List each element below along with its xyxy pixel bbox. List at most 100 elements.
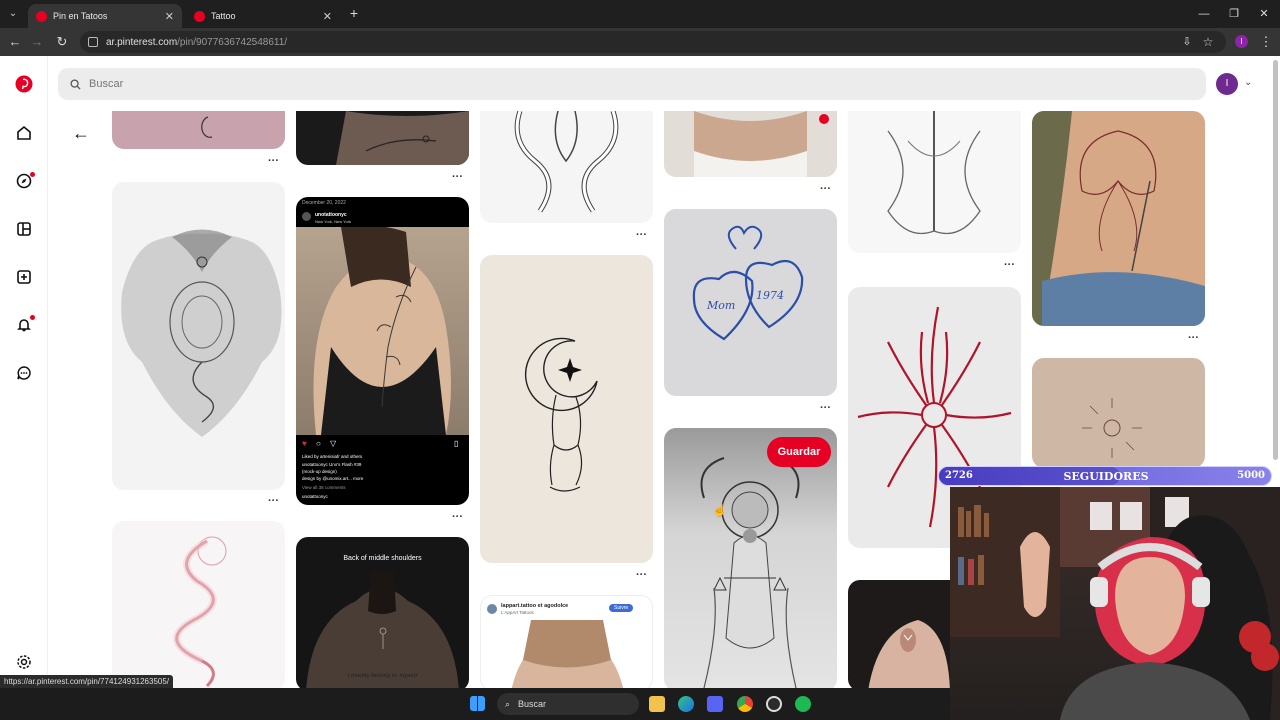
pin-more-options-icon[interactable]: ··· <box>268 155 279 167</box>
edge-icon[interactable] <box>678 696 694 712</box>
pinterest-logo-icon[interactable] <box>14 74 34 94</box>
spotify-icon[interactable] <box>795 696 811 712</box>
pin-card-justice-tattoo[interactable] <box>664 428 837 691</box>
webcam-feed <box>950 487 1280 720</box>
like-heart-icon[interactable]: ♥ <box>302 439 307 448</box>
search-icon <box>70 78 81 90</box>
url-path: /pin/907763674254861​1/ <box>177 36 288 48</box>
heart-text-year: 1974 <box>756 289 784 302</box>
back-icon[interactable]: ← <box>6 33 24 51</box>
search-input[interactable] <box>89 78 689 90</box>
file-explorer-icon[interactable] <box>649 696 665 712</box>
chrome-profile-avatar[interactable]: I <box>1235 35 1248 48</box>
pin-more-options-icon[interactable]: ··· <box>636 569 647 581</box>
close-tab-icon[interactable]: ✕ <box>323 10 332 23</box>
discord-icon[interactable] <box>707 696 723 712</box>
page-scrollbar[interactable] <box>1273 60 1278 460</box>
notifications-bell-icon[interactable] <box>14 315 35 335</box>
post-caption-3: design by @unomix.art... more <box>302 476 364 481</box>
mouse-cursor-icon: ☝ <box>712 503 727 517</box>
reload-icon[interactable]: ↻ <box>53 33 71 51</box>
pinterest-favicon-icon <box>36 10 47 22</box>
forward-icon[interactable]: → <box>28 33 46 51</box>
install-app-icon[interactable]: ⇩ <box>1178 33 1196 51</box>
explore-compass-icon[interactable] <box>14 171 35 191</box>
chrome-menu-icon[interactable]: ⋮ <box>1257 33 1275 51</box>
post-avatar <box>302 212 311 221</box>
post-account: unotattoonyc <box>315 212 347 218</box>
pin-overlay-title: Back of middle shoulders <box>343 555 422 562</box>
pin-card-snakes[interactable] <box>480 111 653 223</box>
new-tab-button[interactable]: + <box>346 5 362 21</box>
settings-gear-icon[interactable] <box>14 652 34 672</box>
notification-dot <box>30 172 35 177</box>
followers-label: SEGUIDORES <box>1063 470 1149 483</box>
pinterest-favicon-icon <box>194 10 205 22</box>
pin-more-options-icon[interactable]: ··· <box>636 229 647 241</box>
post-comments: View all 38 comments <box>302 485 346 490</box>
account-chevron-down-icon[interactable]: ⌄ <box>1244 77 1252 88</box>
followers-goal-bar: 2726 SEGUIDORES 5000 <box>938 466 1272 486</box>
messages-icon[interactable] <box>14 363 34 383</box>
share-icon[interactable]: ▽ <box>330 439 336 448</box>
pin-more-options-icon[interactable]: ··· <box>452 171 463 183</box>
save-bookmark-icon[interactable]: ▯ <box>454 439 458 448</box>
minimize-icon[interactable]: — <box>1194 5 1214 23</box>
address-bar[interactable]: ar.pinterest.com/pin/907763674254861​1/ <box>80 31 1226 53</box>
taskbar-search-icon: ⌕ <box>505 698 511 709</box>
pin-card-butterfly-back[interactable] <box>1032 111 1205 326</box>
pin-more-options-icon[interactable]: ··· <box>268 495 279 507</box>
post-date: December 20, 2022 <box>302 200 346 206</box>
pin-card-shoulder-sun[interactable] <box>1032 358 1205 468</box>
pin-card-back-lotus[interactable] <box>112 182 285 490</box>
notification-dot <box>30 315 35 320</box>
pin-more-options-icon[interactable]: ··· <box>1188 332 1199 344</box>
tab-list-chevron-icon[interactable]: ⌄ <box>4 6 22 22</box>
pinterest-sidebar <box>0 56 48 688</box>
tab-pin-en-tatoos[interactable]: Pin en Tatoos ✕ <box>28 4 182 28</box>
restore-icon[interactable]: ❐ <box>1224 5 1244 23</box>
url-host: ar.pinterest.com <box>106 36 178 48</box>
pin-card-sword-drawing[interactable] <box>848 111 1021 253</box>
create-plus-icon[interactable] <box>14 267 34 287</box>
followers-goal: 5000 <box>1237 470 1265 481</box>
site-info-icon[interactable] <box>88 37 98 47</box>
post-photo <box>296 225 469 435</box>
pin-card-nails[interactable] <box>848 580 950 691</box>
post-likes: Liked by artenisiafr and others <box>302 454 363 459</box>
pin-more-options-icon[interactable]: ··· <box>820 183 831 195</box>
pin-card-moon-cat[interactable] <box>480 255 653 563</box>
tab-tattoo[interactable]: Tattoo ✕ <box>186 4 340 28</box>
close-tab-icon[interactable]: ✕ <box>165 10 174 23</box>
pin-card-waist-tattoo[interactable] <box>664 111 837 177</box>
tattoo-script-text: i deeply belong to myself <box>347 673 418 679</box>
browser-toolbar: ← → ↻ ar.pinterest.com/pin/9077636742548… <box>0 28 1280 56</box>
bookmark-star-icon[interactable]: ☆ <box>1199 33 1217 51</box>
follow-button[interactable]: Suivre <box>609 604 634 612</box>
boards-icon[interactable] <box>14 219 34 239</box>
tab-title: Tattoo <box>211 11 236 21</box>
pin-more-options-icon[interactable]: ··· <box>452 511 463 523</box>
pin-card-moon-pink[interactable] <box>112 111 285 149</box>
chrome-icon[interactable] <box>737 696 753 712</box>
post-caption-1: unotattoonyc Uno's Flash #39 <box>302 462 362 467</box>
taskbar-search[interactable]: ⌕ Buscar <box>497 693 639 715</box>
pin-more-options-icon[interactable]: ··· <box>1004 259 1015 271</box>
windows-taskbar: ⌕ Buscar <box>0 688 950 720</box>
save-pin-button[interactable]: Guardar <box>767 437 831 467</box>
windows-start-icon[interactable] <box>470 696 485 711</box>
profile-avatar[interactable]: I <box>1216 73 1238 95</box>
home-icon[interactable] <box>14 123 34 143</box>
search-bar[interactable] <box>58 68 1206 100</box>
comment-icon[interactable]: ○ <box>316 439 321 448</box>
pin-card-instagram-post[interactable]: December 20, 2022 unotattoonyc New York,… <box>296 197 469 505</box>
pin-card-pink-dragon[interactable] <box>112 521 285 691</box>
close-window-icon[interactable]: ✕ <box>1254 5 1274 23</box>
pin-more-options-icon[interactable]: ··· <box>820 402 831 414</box>
pin-card-back-shoulders[interactable]: Back of middle shoulders i deeply belong… <box>296 537 469 691</box>
pin-card-floral-back[interactable] <box>296 111 469 165</box>
back-arrow-icon[interactable]: ← <box>70 122 92 144</box>
pin-card-hearts-mom[interactable]: Mom 1974 <box>664 209 837 396</box>
pin-card-lappart-tattoo[interactable]: lappart.tattoo et agodolce L'AppArt Tatt… <box>480 595 653 691</box>
obs-icon[interactable] <box>766 696 782 712</box>
